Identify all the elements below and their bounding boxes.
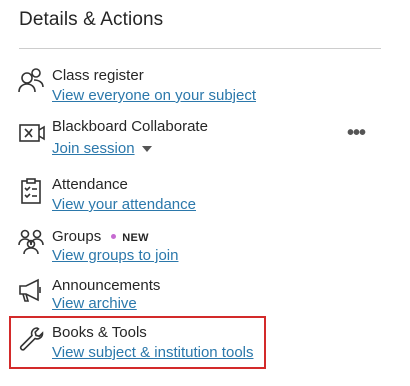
collaborate-icon: [17, 119, 45, 147]
class-register-label: Class register: [52, 67, 144, 84]
attendance-icon: [17, 177, 45, 205]
chevron-down-icon[interactable]: [141, 146, 152, 153]
more-options-icon[interactable]: •••: [347, 123, 369, 143]
highlight-box: [9, 316, 266, 369]
divider: [19, 48, 381, 49]
class-register-icon: [17, 66, 45, 94]
panel-title: Details & Actions: [19, 9, 164, 30]
view-archive-link[interactable]: View archive: [52, 295, 137, 312]
groups-icon: [17, 227, 45, 255]
groups-label-text: Groups: [52, 228, 102, 245]
announcements-icon: [17, 276, 45, 304]
new-dot: [111, 233, 117, 239]
view-groups-link[interactable]: View groups to join: [52, 247, 178, 264]
attendance-label: Attendance: [52, 176, 128, 193]
view-attendance-link[interactable]: View your attendance: [52, 196, 196, 213]
join-session-link[interactable]: Join session: [52, 140, 152, 157]
join-session-text[interactable]: Join session: [52, 140, 135, 157]
new-badge: NEW: [122, 232, 149, 244]
groups-label: Groups NEW: [52, 228, 149, 245]
collaborate-label: Blackboard Collaborate: [52, 118, 208, 135]
view-everyone-link[interactable]: View everyone on your subject: [52, 87, 256, 104]
announcements-label: Announcements: [52, 277, 161, 294]
